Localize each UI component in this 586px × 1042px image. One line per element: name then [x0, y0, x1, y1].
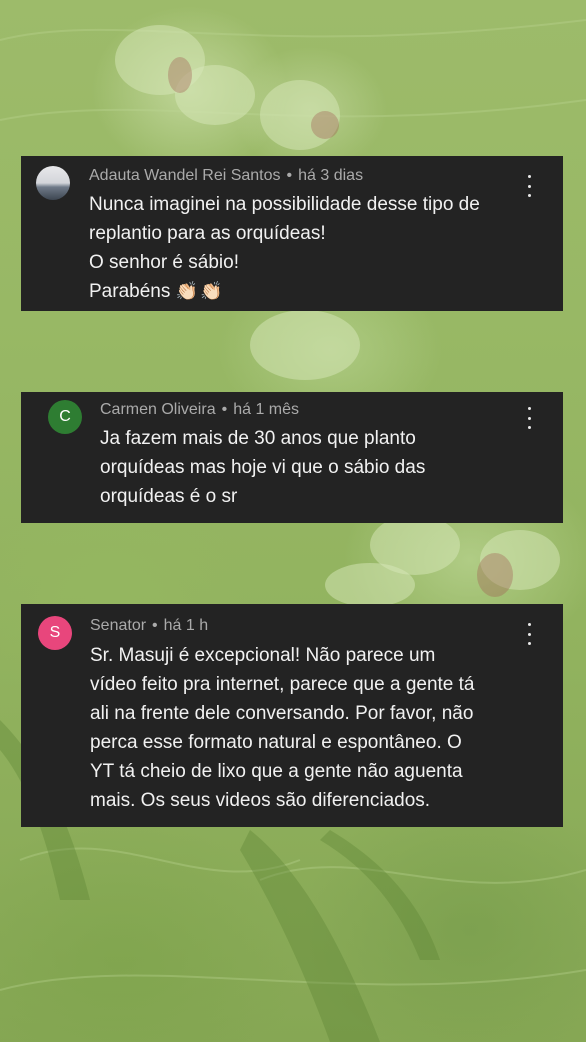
more-vert-icon[interactable] — [524, 623, 534, 645]
comment-line: Nunca imaginei na possibilidade desse ti… — [89, 194, 480, 215]
comment-line: replantio para as orquídeas! — [89, 223, 326, 244]
comment-line: YT tá cheio de lixo que a gente não ague… — [90, 761, 463, 782]
comment-line: mais. Os seus videos são diferenciados. — [90, 790, 431, 811]
author-name[interactable]: Senator — [90, 617, 146, 634]
comment-text: Sr. Masuji é excepcional! Não parece um … — [90, 641, 475, 815]
comment-line: orquídeas mas hoje vi que o sábio das — [100, 457, 426, 478]
separator-dot: • — [221, 401, 228, 418]
avatar-letter: S — [49, 624, 61, 641]
comment-time[interactable]: há 1 h — [164, 617, 208, 634]
avatar-letter: C — [59, 408, 71, 425]
comment-line: O senhor é sábio! — [89, 252, 239, 273]
more-vert-icon[interactable] — [524, 175, 534, 197]
comment-text: Ja fazem mais de 30 anos que planto orqu… — [100, 424, 425, 511]
comment-text: Nunca imaginei na possibilidade desse ti… — [89, 190, 480, 306]
comment-time[interactable]: há 1 mês — [233, 401, 299, 418]
author-name[interactable]: Adauta Wandel Rei Santos — [89, 167, 281, 184]
comment-meta: Carmen Oliveira • há 1 mês — [100, 401, 299, 419]
comment-card: Adauta Wandel Rei Santos • há 3 dias Nunca… — [21, 156, 563, 311]
comment-card: S Senator • há 1 h Sr. Masuji é excepciona… — [21, 604, 563, 827]
separator-dot: • — [152, 617, 158, 634]
comment-line: vídeo feito pra internet, parece que a g… — [90, 674, 475, 695]
avatar[interactable]: C — [48, 400, 82, 434]
comment-time[interactable]: há 3 dias — [298, 167, 363, 184]
comment-card: C Carmen Oliveira • há 1 mês Ja fazem mais… — [21, 392, 563, 523]
comment-line: orquídeas é o sr — [100, 486, 238, 507]
comment-line: Ja fazem mais de 30 anos que planto — [100, 428, 416, 449]
separator-dot: • — [286, 167, 293, 184]
comment-line: ali na frente dele conversando. Por favo… — [90, 703, 474, 724]
comment-line: Parabéns — [89, 281, 171, 302]
avatar[interactable]: S — [38, 616, 72, 650]
comment-meta: Adauta Wandel Rei Santos • há 3 dias — [89, 167, 363, 185]
clapping-hands-emoji: 👏🏻👏🏻 — [175, 281, 225, 301]
comment-meta: Senator • há 1 h — [90, 617, 208, 635]
author-name[interactable]: Carmen Oliveira — [100, 401, 216, 418]
comment-line: perca esse formato natural e espontâneo.… — [90, 732, 462, 753]
more-vert-icon[interactable] — [524, 407, 534, 429]
comment-line: Sr. Masuji é excepcional! Não parece um — [90, 645, 436, 666]
avatar[interactable] — [36, 166, 70, 200]
